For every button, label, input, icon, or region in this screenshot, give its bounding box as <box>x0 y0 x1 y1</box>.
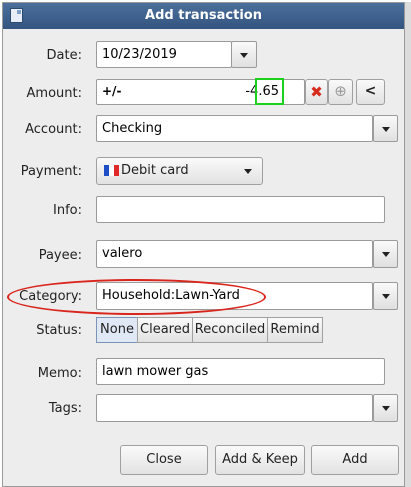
payment-label: Payment: <box>20 164 82 179</box>
chevron-down-icon <box>244 169 252 174</box>
share-arrows-icon: < <box>364 83 377 99</box>
title-bar: Add transaction <box>3 3 404 29</box>
tags-dropdown-button[interactable] <box>373 394 398 422</box>
memo-label: Memo: <box>37 366 82 381</box>
account-field[interactable]: Checking <box>96 115 373 142</box>
dialog-title: Add transaction <box>145 8 262 23</box>
tags-label: Tags: <box>48 401 82 416</box>
chevron-down-icon <box>381 294 390 299</box>
clear-amount-button[interactable]: ✖ <box>305 79 328 105</box>
payee-dropdown-button[interactable] <box>373 240 398 268</box>
tags-field[interactable] <box>96 394 373 422</box>
memo-field[interactable]: lawn mower gas <box>96 358 385 385</box>
calculator-button[interactable]: < <box>356 79 385 105</box>
add-and-keep-button[interactable]: Add & Keep <box>215 445 305 475</box>
date-field[interactable]: 10/23/2019 <box>96 41 232 68</box>
flag-icon <box>104 165 119 176</box>
split-icon: ⊕ <box>334 82 347 100</box>
amount-field[interactable]: +/- -4.65 <box>96 79 305 105</box>
payment-select[interactable]: Debit card <box>96 157 263 185</box>
amount-value: -4.65 <box>245 84 279 99</box>
account-label: Account: <box>25 122 82 137</box>
add-button[interactable]: Add <box>311 445 399 475</box>
chevron-down-icon <box>240 52 248 58</box>
window-edge-strip <box>405 2 411 487</box>
payment-value: Debit card <box>121 163 189 178</box>
category-label: Category: <box>19 289 82 304</box>
split-amount-button[interactable]: ⊕ <box>328 79 353 105</box>
clear-x-icon: ✖ <box>310 83 323 101</box>
app-icon <box>10 8 23 23</box>
payee-label: Payee: <box>38 248 82 263</box>
date-dropdown-button[interactable] <box>231 41 257 68</box>
category-field[interactable]: Household:Lawn-Yard <box>96 282 373 310</box>
info-label: Info: <box>53 203 82 218</box>
date-label: Date: <box>46 48 82 63</box>
chevron-down-icon <box>381 406 390 411</box>
status-label: Status: <box>36 323 82 338</box>
status-none-button[interactable]: None <box>96 317 138 343</box>
close-button[interactable]: Close <box>120 445 208 475</box>
payee-field[interactable]: valero <box>96 240 373 268</box>
status-cleared-button[interactable]: Cleared <box>137 317 193 343</box>
sign-toggle[interactable]: +/- <box>102 84 121 98</box>
chevron-down-icon <box>381 126 390 132</box>
chevron-down-icon <box>381 252 390 257</box>
amount-label: Amount: <box>26 86 82 101</box>
category-dropdown-button[interactable] <box>373 282 398 310</box>
account-dropdown-button[interactable] <box>373 115 398 142</box>
info-field[interactable] <box>96 196 385 223</box>
status-reconciled-button[interactable]: Reconciled <box>192 317 268 343</box>
status-remind-button[interactable]: Remind <box>267 317 323 343</box>
